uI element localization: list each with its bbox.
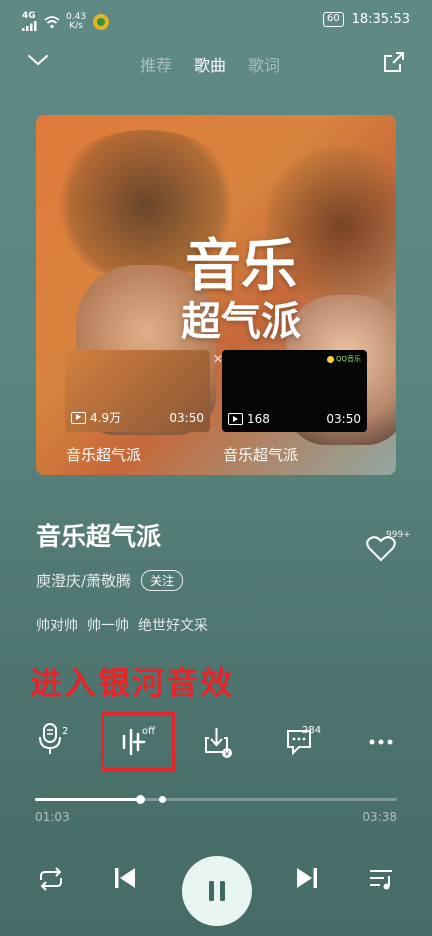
- mic-badge: 2: [62, 726, 69, 737]
- comment-count: 284: [302, 725, 322, 736]
- network-speed: 0.43 K/s: [66, 12, 86, 31]
- pause-button[interactable]: [182, 856, 252, 926]
- tag-list: 帅对帅 帅一帅 绝世好文采: [36, 615, 208, 635]
- artist-name[interactable]: 庾澄庆/萧敬腾: [36, 570, 131, 591]
- status-right: 60 18:35:53: [322, 12, 410, 27]
- buffer-marker: [158, 796, 166, 803]
- playlist-icon[interactable]: [368, 866, 396, 892]
- qq-music-logo: QQ音乐: [326, 354, 361, 364]
- tag-item[interactable]: 帅对帅: [36, 615, 78, 635]
- video-card[interactable]: 4.9万 03:50: [65, 350, 210, 432]
- svg-text:¥: ¥: [225, 750, 230, 758]
- network-type: 4G: [22, 11, 36, 21]
- tag-item[interactable]: 帅一帅: [87, 615, 129, 635]
- pause-icon: [209, 881, 225, 901]
- like-count: 999+: [386, 530, 411, 540]
- current-time: 01:03: [35, 810, 70, 824]
- annotation-text: 进入银河音效: [30, 664, 235, 702]
- cover-title-line1: 音乐: [185, 234, 297, 299]
- logo-text: QQ音乐: [335, 355, 361, 363]
- share-icon[interactable]: [382, 50, 406, 74]
- song-title: 音乐超气派: [36, 522, 162, 551]
- tag-item[interactable]: 绝世好文采: [138, 615, 208, 635]
- video-label[interactable]: 音乐超气派: [223, 444, 298, 465]
- previous-icon[interactable]: [112, 865, 138, 891]
- tab-recommend[interactable]: 推荐: [140, 52, 172, 76]
- status-bar: 4G 0.43 K/s 60 18:35:53: [0, 0, 432, 44]
- video-play-count: 168: [247, 412, 270, 426]
- artist-row: 庾澄庆/萧敬腾 关注: [36, 570, 184, 591]
- video-plays: 168: [228, 412, 270, 426]
- play-icon: [71, 411, 86, 424]
- app-notification-icon: [93, 13, 110, 30]
- logo-dot: [326, 355, 334, 363]
- more-icon[interactable]: [368, 738, 394, 746]
- wifi-icon: [44, 15, 60, 28]
- progress-fill: [35, 798, 140, 801]
- microphone-icon[interactable]: [36, 722, 64, 756]
- speed-unit: K/s: [69, 20, 83, 31]
- total-time: 03:38: [362, 810, 397, 824]
- video-label[interactable]: 音乐超气派: [66, 444, 141, 465]
- tab-lyrics[interactable]: 歌词: [248, 52, 280, 76]
- tab-song[interactable]: 歌曲: [194, 52, 226, 76]
- battery-icon: 60: [322, 12, 344, 27]
- highlight-box: [101, 712, 175, 771]
- top-nav: 推荐 歌曲 歌词: [0, 46, 432, 82]
- video-duration: 03:50: [169, 410, 204, 425]
- video-meta: 4.9万 03:50: [71, 409, 204, 426]
- video-meta: 168 03:50: [228, 412, 361, 426]
- video-card[interactable]: QQ音乐 168 03:50: [222, 350, 367, 432]
- progress-knob[interactable]: [135, 795, 145, 804]
- status-left: 4G 0.43 K/s: [22, 12, 110, 31]
- repeat-icon[interactable]: [36, 866, 66, 892]
- tab-bar: 推荐 歌曲 歌词: [140, 52, 280, 76]
- cover-title-line2: 超气派: [181, 299, 301, 345]
- video-play-count: 4.9万: [90, 411, 122, 425]
- chevron-down-icon[interactable]: [26, 52, 50, 68]
- next-icon[interactable]: [294, 865, 320, 891]
- progress-bar[interactable]: [35, 795, 397, 804]
- follow-button[interactable]: 关注: [141, 570, 184, 591]
- signal-icon: 4G: [22, 12, 38, 31]
- video-duration: 03:50: [326, 412, 361, 426]
- clock: 18:35:53: [351, 12, 410, 27]
- action-bar: 2 off ¥ 284: [0, 722, 432, 762]
- video-plays: 4.9万: [71, 409, 121, 426]
- play-icon: [228, 413, 243, 425]
- cover-title: 音乐 超气派: [166, 234, 316, 346]
- download-icon[interactable]: ¥: [203, 726, 233, 760]
